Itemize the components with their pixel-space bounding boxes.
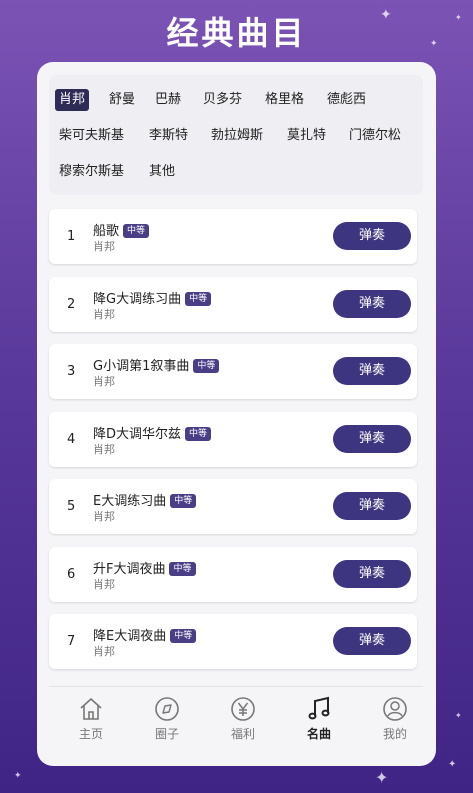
list-item[interactable]: 3 G小调第1叙事曲 中等 肖邦 弹奏 (49, 344, 417, 399)
piece-number: 1 (67, 229, 76, 244)
piece-composer: 肖邦 (93, 307, 115, 321)
piece-title-line: 船歌 中等 (93, 220, 150, 239)
nav-label: 我的 (382, 727, 407, 741)
sparkle-icon: ✦ (14, 771, 22, 781)
piece-title: E大调练习曲 (93, 494, 167, 509)
sparkle-icon: ✦ (375, 768, 389, 787)
composer-chip-mussorgsky[interactable]: 穆索尔斯基 (55, 161, 128, 183)
composer-chip-other[interactable]: 其他 (145, 161, 179, 183)
composer-chip-chopin[interactable]: 肖邦 (55, 89, 90, 111)
piece-title-line: G小调第1叙事曲 中等 (93, 355, 220, 374)
nav-item-welfare[interactable]: 福利 (213, 695, 273, 742)
compass-icon (155, 697, 179, 721)
yen-icon (231, 697, 255, 721)
piece-title: 降G大调练习曲 (93, 291, 182, 307)
nav-item-mine[interactable]: 我的 (365, 695, 425, 742)
piece-composer: 肖邦 (93, 645, 115, 658)
composer-filter: 肖邦 舒曼 巴赫 贝多芬 格里格 德彪西 柴可夫斯基 李斯特 勃拉姆斯 莫扎特 … (49, 75, 423, 195)
play-button[interactable]: 弹奏 (333, 222, 411, 250)
composer-chip-liszt[interactable]: 李斯特 (145, 125, 192, 147)
list-item[interactable]: 1 船歌 中等 肖邦 弹奏 (49, 209, 417, 264)
nav-item-circle[interactable]: 圈子 (137, 695, 197, 742)
piece-title: 船歌 (93, 224, 120, 239)
composer-chip-tchaikovsky[interactable]: 柴可夫斯基 (55, 125, 128, 147)
user-icon (383, 697, 407, 721)
composer-chip-schumann[interactable]: 舒曼 (105, 89, 139, 111)
main-card: 肖邦 舒曼 巴赫 贝多芬 格里格 德彪西 柴可夫斯基 李斯特 勃拉姆斯 莫扎特 … (37, 62, 436, 766)
level-badge: 中等 (185, 291, 212, 306)
composer-chip-mozart[interactable]: 莫扎特 (283, 125, 330, 147)
list-item[interactable]: 4 降D大调华尔兹 中等 肖邦 弹奏 (49, 411, 417, 467)
piece-title-line: 降E大调夜曲 中等 (93, 625, 197, 644)
level-badge: 中等 (123, 224, 150, 238)
nav-label: 圈子 (154, 727, 179, 741)
piece-composer: 肖邦 (93, 240, 115, 253)
piece-number: 4 (67, 431, 76, 447)
page-title: 经典曲目 (166, 14, 307, 52)
level-badge: 中等 (170, 629, 197, 643)
music-note-icon (308, 696, 330, 720)
sparkle-icon: ✦ (448, 759, 457, 770)
composer-chip-mendelssohn[interactable]: 门德尔松 (345, 125, 405, 147)
nav-label: 福利 (230, 727, 255, 741)
piece-number: 7 (67, 634, 76, 649)
piece-title-line: 降D大调华尔兹 中等 (93, 423, 212, 442)
nav-label: 主页 (78, 727, 103, 741)
play-button[interactable]: 弹奏 (333, 357, 411, 385)
piece-composer: 肖邦 (93, 375, 115, 388)
piece-number: 6 (67, 566, 76, 582)
piece-number: 2 (67, 296, 76, 312)
piece-title-line: 降G大调练习曲 中等 (93, 288, 212, 307)
nav-item-home[interactable]: 主页 (61, 695, 121, 742)
list-item[interactable]: 5 E大调练习曲 中等 肖邦 弹奏 (49, 479, 417, 534)
piece-title: 升F大调夜曲 (93, 561, 166, 577)
piece-composer: 肖邦 (93, 577, 115, 591)
level-badge: 中等 (170, 494, 197, 508)
level-badge: 中等 (185, 426, 212, 441)
list-item[interactable]: 6 升F大调夜曲 中等 肖邦 弹奏 (49, 546, 417, 602)
composer-chip-grieg[interactable]: 格里格 (261, 89, 308, 111)
nav-item-famous-pieces[interactable]: 名曲 (289, 695, 349, 742)
sparkle-icon: ✦ (455, 711, 462, 720)
play-button[interactable]: 弹奏 (333, 424, 411, 453)
composer-chip-brahms[interactable]: 勃拉姆斯 (207, 125, 267, 147)
piece-title: 降E大调夜曲 (93, 629, 167, 644)
list-item[interactable]: 2 降G大调练习曲 中等 肖邦 弹奏 (49, 276, 417, 332)
bottom-nav: 主页 圈子 福利 名曲 我的 (49, 686, 423, 747)
play-button[interactable]: 弹奏 (333, 627, 411, 655)
play-button[interactable]: 弹奏 (333, 559, 411, 588)
nav-label: 名曲 (306, 727, 331, 741)
piece-title-line: E大调练习曲 中等 (93, 490, 197, 509)
piece-number: 5 (67, 499, 76, 514)
composer-chip-bach[interactable]: 巴赫 (151, 89, 185, 111)
home-icon (80, 698, 102, 720)
piece-composer: 肖邦 (93, 442, 115, 456)
composer-chip-debussy[interactable]: 德彪西 (323, 89, 370, 111)
composer-chip-beethoven[interactable]: 贝多芬 (199, 89, 246, 111)
piece-title: 降D大调华尔兹 (93, 426, 182, 442)
piece-number: 3 (67, 364, 76, 379)
level-badge: 中等 (169, 561, 196, 576)
piece-title-line: 升F大调夜曲 中等 (93, 558, 196, 577)
play-button[interactable]: 弹奏 (333, 289, 411, 318)
piece-composer: 肖邦 (93, 510, 115, 523)
list-item[interactable]: 7 降E大调夜曲 中等 肖邦 弹奏 (49, 614, 417, 669)
play-button[interactable]: 弹奏 (333, 492, 411, 520)
level-badge: 中等 (193, 359, 220, 373)
piece-title: G小调第1叙事曲 (93, 359, 190, 374)
